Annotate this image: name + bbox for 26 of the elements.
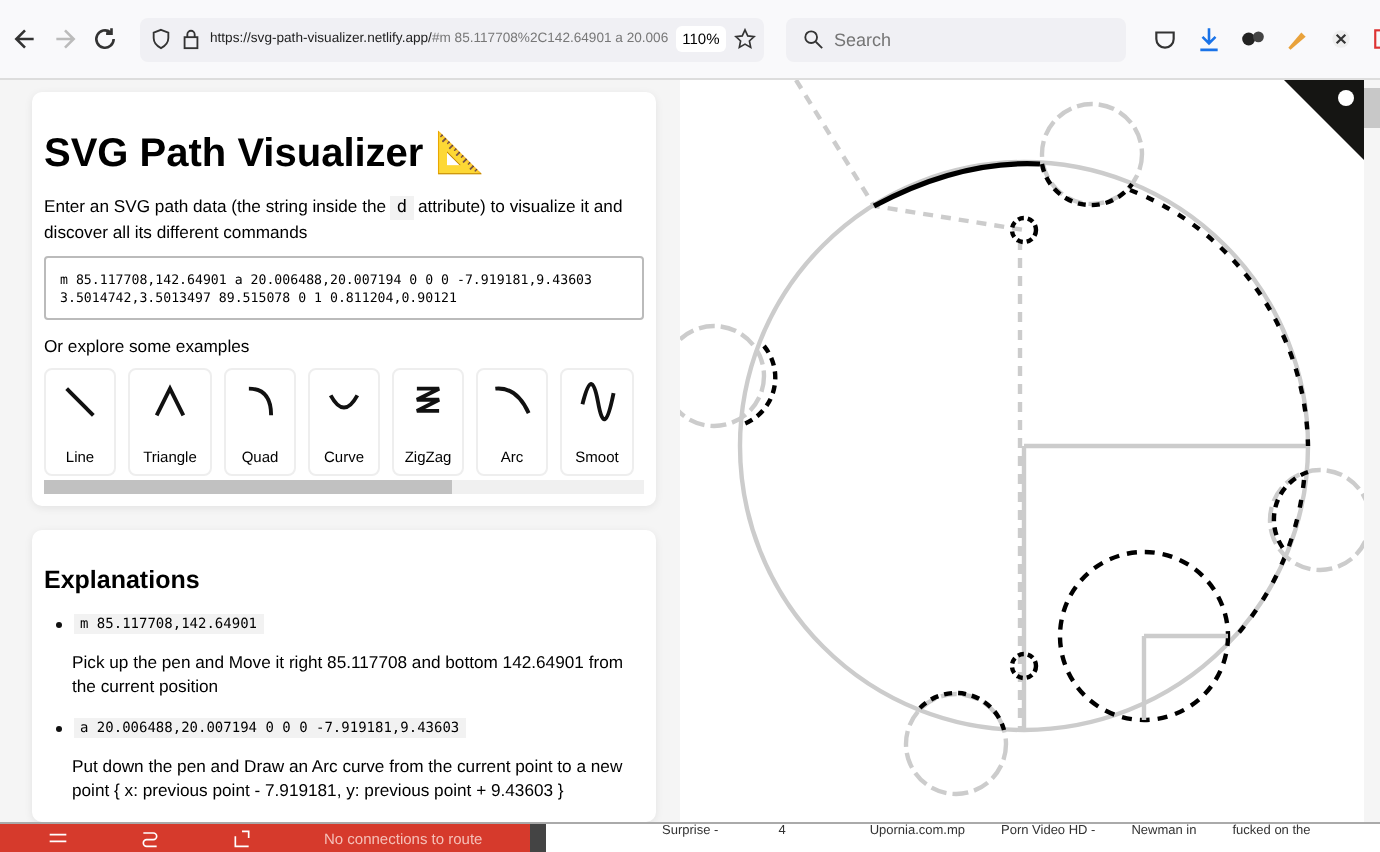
taskbar-separator — [530, 824, 546, 852]
bullet-icon — [56, 725, 62, 732]
command-description: Pick up the pen and Move it right 85.117708 and bottom 142.64901 from the current position — [72, 650, 626, 699]
reload-icon[interactable] — [92, 26, 118, 52]
search-input[interactable]: Search — [834, 29, 1074, 49]
back-icon[interactable] — [12, 26, 38, 52]
share-icon[interactable] — [232, 828, 252, 848]
command-description: Put down the pen and Draw an Arc curve from the current point to a new point { x: previous point - 7.919181, y: previous point + 9.43603 } — [72, 754, 625, 803]
horizontal-scrollbar[interactable] — [44, 480, 644, 495]
close-icon[interactable] — [1328, 26, 1354, 52]
explanations-heading: Explanations — [44, 566, 202, 595]
example-shape-icon — [577, 382, 617, 423]
search-field[interactable]: Search — [786, 17, 1126, 61]
star-icon[interactable] — [733, 28, 756, 50]
sliders-icon[interactable] — [48, 828, 68, 848]
download-icon[interactable] — [1196, 26, 1222, 52]
bullet-icon — [56, 621, 62, 628]
lock-icon — [180, 28, 202, 50]
vertical-scrollbar[interactable] — [1364, 80, 1380, 822]
page-title: SVG Path Visualizer 📐 — [44, 129, 487, 178]
intro-text: Enter an SVG path data (the string inside the d attribute) to visualize it and discover all its different commands — [44, 194, 625, 245]
search-icon — [802, 28, 824, 50]
examples-label: Or explore some examples — [44, 336, 252, 357]
github-corner-icon[interactable] — [1284, 80, 1364, 160]
shield-icon[interactable] — [150, 28, 172, 50]
route-icon[interactable] — [140, 828, 160, 848]
